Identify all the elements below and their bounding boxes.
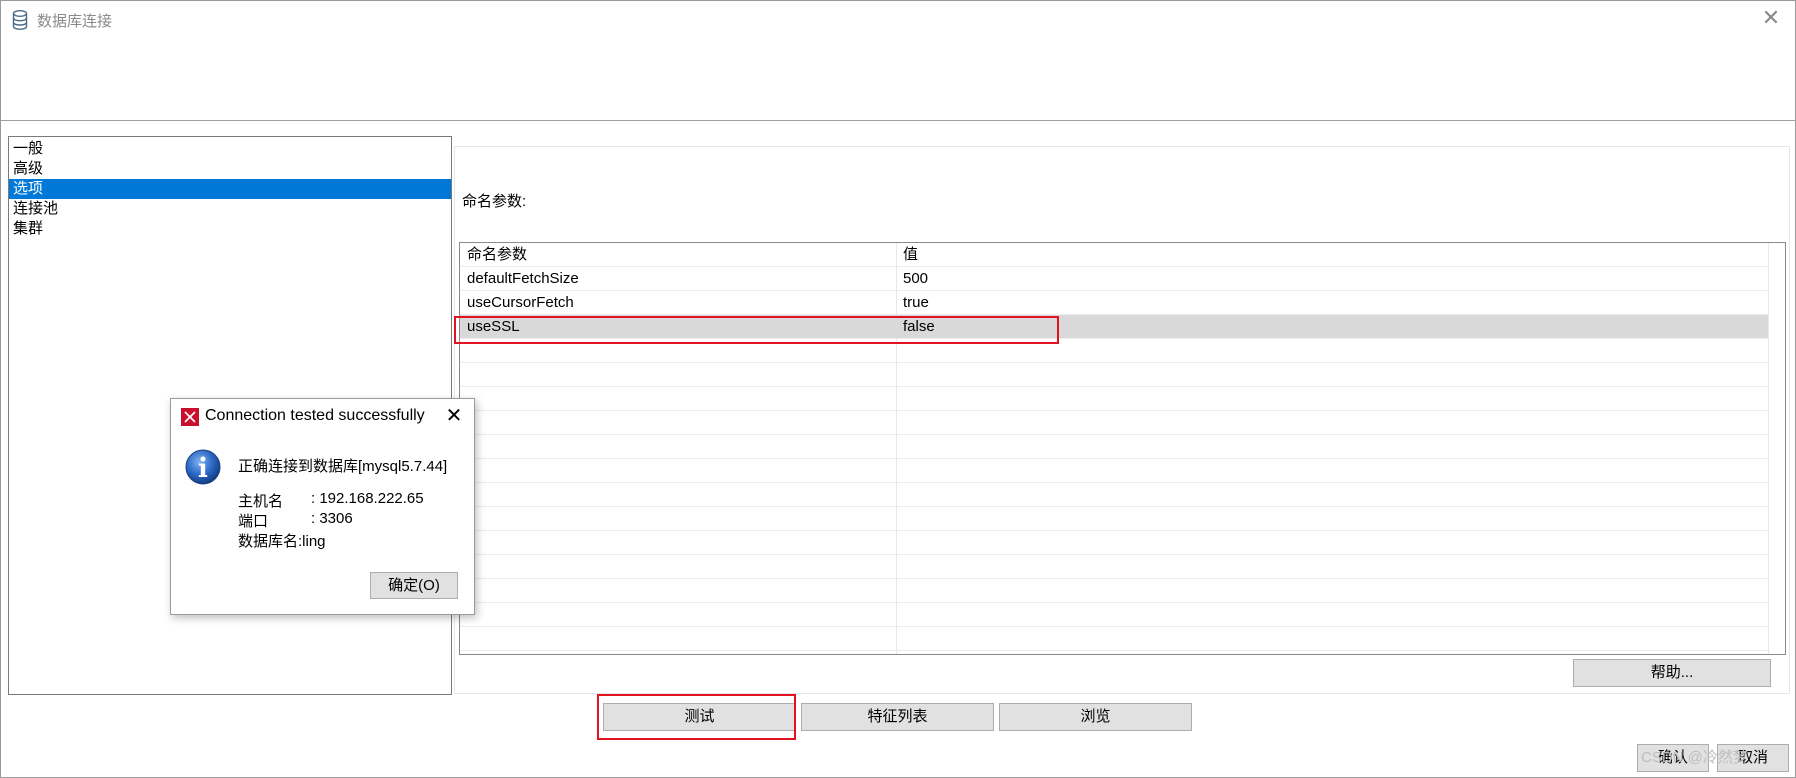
- param-value-cell[interactable]: 500: [903, 267, 928, 291]
- named-params-label: 命名参数:: [462, 193, 527, 210]
- host-value: : 192.168.222.65: [311, 490, 424, 507]
- dialog-close-button[interactable]: ✕: [444, 404, 464, 426]
- features-list-button[interactable]: 特征列表: [801, 703, 994, 731]
- table-header-row: 命名参数 值: [460, 243, 1768, 267]
- param-value-cell[interactable]: true: [903, 291, 929, 315]
- column-header: 值: [903, 246, 919, 263]
- nav-item[interactable]: 一般: [9, 139, 451, 159]
- browse-button[interactable]: 浏览: [999, 703, 1192, 731]
- dialog-title: Connection tested successfully: [205, 407, 425, 424]
- empty-table-row[interactable]: [460, 459, 1768, 483]
- window-title: 数据库连接: [37, 13, 113, 30]
- dialog-message: 正确连接到数据库[mysql5.7.44]: [238, 458, 448, 475]
- empty-table-row[interactable]: [460, 387, 1768, 411]
- port-value: : 3306: [311, 510, 353, 527]
- annotation-test-highlight: [597, 694, 796, 740]
- empty-table-row[interactable]: [460, 363, 1768, 387]
- nav-item[interactable]: 连接池: [9, 199, 451, 219]
- dialog-ok-button[interactable]: 确定(O): [370, 572, 458, 599]
- column-header: 命名参数: [467, 246, 528, 263]
- annotation-usessl-highlight: [454, 316, 1059, 344]
- info-icon: [185, 449, 221, 485]
- host-label: 主机名: [238, 493, 284, 510]
- table-row[interactable]: defaultFetchSize 500: [460, 267, 1768, 291]
- csdn-watermark: CSDN @冷然梦: [1641, 749, 1748, 766]
- empty-table-row[interactable]: [460, 435, 1768, 459]
- app-logo-icon: [181, 408, 199, 426]
- help-button[interactable]: 帮助...: [1573, 659, 1771, 687]
- empty-table-row[interactable]: [460, 483, 1768, 507]
- dbname-line: 数据库名:ling: [238, 533, 326, 550]
- title-bar: 数据库连接 ✕: [1, 1, 1795, 121]
- param-name-cell[interactable]: useCursorFetch: [467, 291, 574, 315]
- named-params-table[interactable]: 命名参数 值 defaultFetchSize 500 useCursorFetch tr…: [459, 242, 1786, 655]
- empty-table-row[interactable]: [460, 627, 1768, 651]
- nav-item[interactable]: 集群: [9, 219, 451, 239]
- window-close-button[interactable]: ✕: [1759, 7, 1783, 31]
- nav-item[interactable]: 高级: [9, 159, 451, 179]
- port-label: 端口: [238, 513, 269, 530]
- database-icon: [12, 10, 28, 30]
- empty-table-row[interactable]: [460, 507, 1768, 531]
- empty-table-row[interactable]: [460, 411, 1768, 435]
- connection-test-dialog: Connection tested successfully ✕ 正确连接到数据…: [170, 398, 475, 615]
- nav-item[interactable]: 选项: [9, 179, 451, 199]
- table-row[interactable]: useCursorFetch true: [460, 291, 1768, 315]
- scroll-divider: [1768, 243, 1769, 654]
- empty-table-row[interactable]: [460, 603, 1768, 627]
- empty-table-row[interactable]: [460, 555, 1768, 579]
- database-connection-window: 数据库连接 ✕ 一般 高级 选项 连接池 集群 命名参数: 命名参数 值 defaultFe…: [0, 0, 1796, 778]
- empty-table-row[interactable]: [460, 531, 1768, 555]
- param-name-cell[interactable]: defaultFetchSize: [467, 267, 579, 291]
- empty-table-row[interactable]: [460, 579, 1768, 603]
